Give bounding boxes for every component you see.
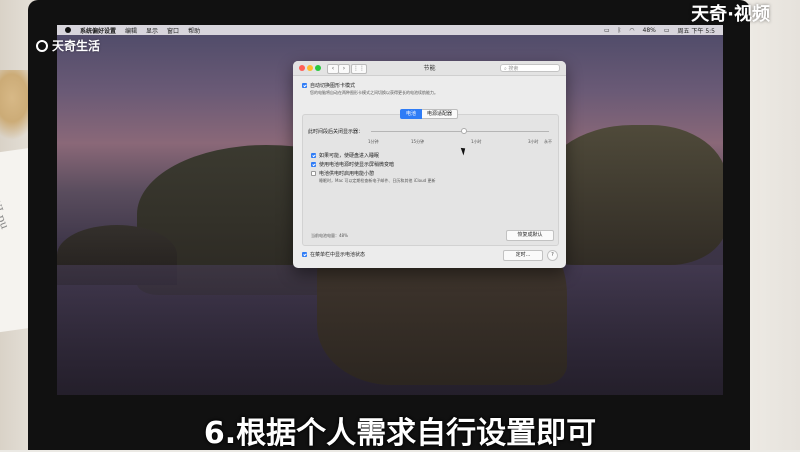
show-battery-status-label: 在菜单栏中显示电池状态 — [310, 252, 366, 258]
watermark-logo-left: 天奇生活 — [36, 37, 100, 54]
watermark-right-text: 天奇·视频 — [691, 4, 770, 25]
menu-bar: 系统偏好设置 编辑 显示 窗口 帮助 ▭ ᛒ ◠ 48% ▭ 周五 下午 5:5 — [57, 25, 723, 35]
wifi-icon[interactable]: ◠ — [629, 27, 634, 34]
menu-app-name[interactable]: 系统偏好设置 — [80, 26, 116, 35]
tick-1hour: 1小时 — [471, 139, 482, 144]
window-titlebar: ‹ › ⋮⋮ 节能 ⌕ 搜索 — [293, 61, 566, 76]
tick-1min: 1分钟 — [368, 139, 379, 144]
power-source-tabs: 电池 电源适配器 — [400, 109, 459, 119]
display-sleep-label: 此时间段后关闭显示器： — [308, 129, 364, 135]
power-nap-checkbox[interactable] — [311, 171, 316, 176]
tick-never: 永不 — [544, 139, 552, 144]
help-button[interactable]: ? — [547, 250, 558, 261]
watermark-left-text: 天奇生活 — [52, 39, 101, 53]
airplay-icon[interactable]: ▭ — [604, 27, 610, 34]
display-sleep-slider-track[interactable] — [371, 131, 549, 132]
tab-power-adapter[interactable]: 电源适配器 — [422, 109, 459, 119]
paper-decoration — [0, 147, 30, 333]
clock[interactable]: 周五 下午 5:5 — [678, 26, 715, 35]
dim-display-checkbox[interactable] — [311, 162, 316, 167]
restore-defaults-button[interactable]: 恢复成默认 — [506, 230, 554, 241]
menu-view[interactable]: 显示 — [146, 26, 158, 35]
bluetooth-icon[interactable]: ᛒ — [618, 27, 622, 34]
auto-switch-checkbox[interactable] — [302, 83, 307, 88]
battery-level-text: 当前电池电量：48% — [311, 233, 348, 238]
tick-15min: 15分钟 — [411, 139, 425, 144]
display-sleep-slider-knob[interactable] — [461, 128, 467, 134]
search-placeholder: 搜索 — [508, 66, 519, 72]
menu-window[interactable]: 窗口 — [167, 26, 179, 35]
dim-display-label: 使用电池电源时使显示屏稍微变暗 — [319, 162, 395, 168]
auto-switch-desc: 您的电脑将自动在两种图形卡模式之间切换以获得更长的电池续航能力。 — [310, 90, 438, 95]
logo-circle-icon — [36, 39, 48, 52]
power-nap-desc: 睡眠时，Mac 可以定期检查新电子邮件、日历和其他 iCloud 更新 — [319, 178, 436, 183]
tick-3hour: 3小时 — [528, 139, 539, 144]
battery-icon[interactable]: ▭ — [664, 27, 670, 34]
apple-icon[interactable] — [65, 27, 71, 33]
power-nap-label: 电池供电时启用电能小憩 — [319, 171, 375, 177]
disk-sleep-label: 如果可能，使硬盘进入睡眠 — [319, 153, 380, 159]
menu-edit[interactable]: 编辑 — [125, 26, 137, 35]
menu-help[interactable]: 帮助 — [188, 26, 200, 35]
energy-saver-window: ‹ › ⋮⋮ 节能 ⌕ 搜索 自动切换图形卡模式 您的电脑将自动在两种图形卡模式… — [293, 61, 566, 268]
video-caption: 6.根据个人需求自行设置即可 — [203, 416, 597, 451]
show-battery-status-checkbox[interactable] — [302, 252, 307, 257]
tab-battery[interactable]: 电池 — [400, 109, 423, 119]
battery-percent[interactable]: 48% — [643, 27, 656, 34]
schedule-button[interactable]: 定时... — [503, 250, 543, 261]
menu-bar-status: ▭ ᛒ ◠ 48% ▭ 周五 下午 5:5 — [596, 25, 715, 35]
search-field[interactable]: ⌕ 搜索 — [500, 64, 560, 72]
auto-switch-label: 自动切换图形卡模式 — [310, 83, 356, 89]
disk-sleep-checkbox[interactable] — [311, 153, 316, 158]
